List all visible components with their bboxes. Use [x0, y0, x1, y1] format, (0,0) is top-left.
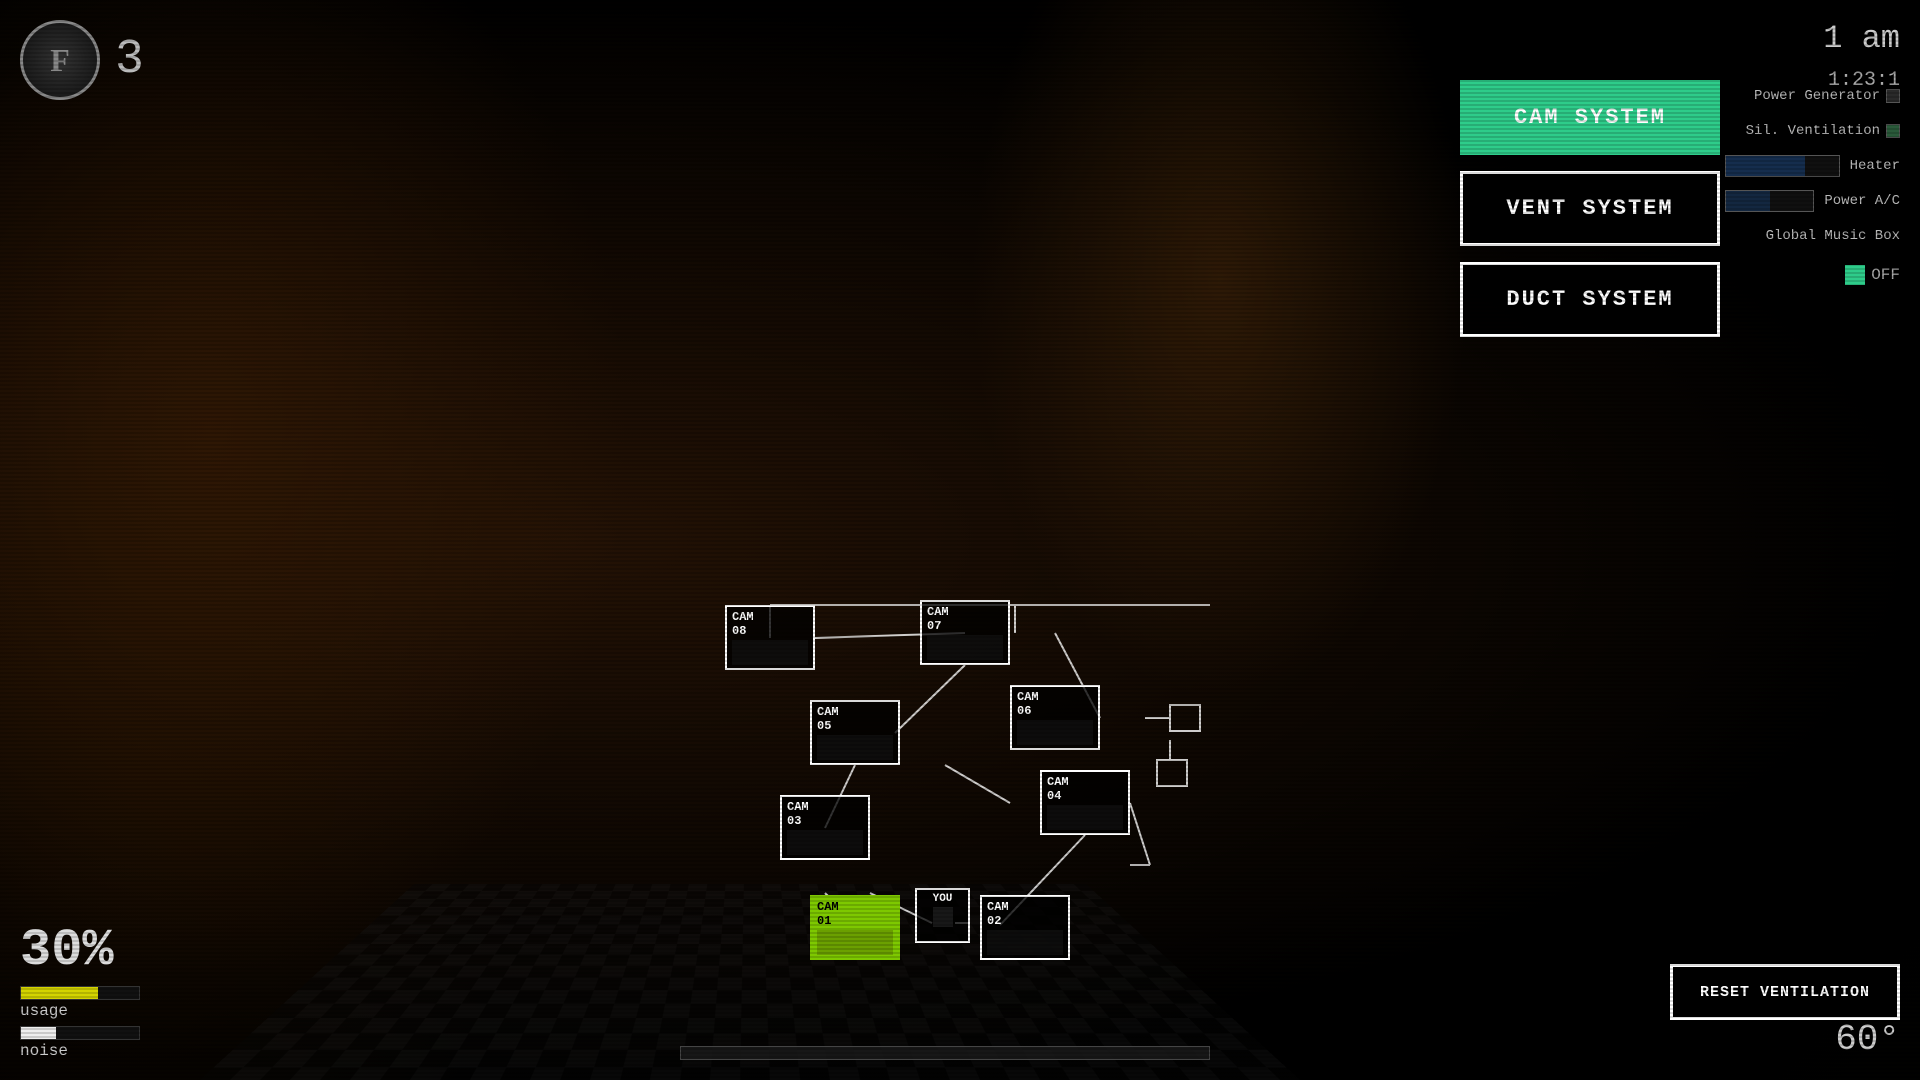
reset-ventilation-button[interactable]: RESET VENTILATION: [1670, 964, 1900, 1020]
cam03-node[interactable]: CAM 03: [780, 795, 870, 860]
heater-row: Heater: [1725, 150, 1900, 182]
vent-system-button[interactable]: VENT SYSTEM: [1460, 171, 1720, 246]
cam05-preview: [817, 735, 893, 760]
power-ac-row: Power A/C: [1725, 185, 1900, 217]
duct-system-button[interactable]: DUCT SYSTEM: [1460, 262, 1720, 337]
global-music-box-label: Global Music Box: [1766, 228, 1900, 244]
cam01-preview: [817, 930, 893, 955]
freddy-icon: F: [20, 20, 100, 100]
power-generator-indicator: [1886, 89, 1900, 103]
sil-ventilation-indicator: [1886, 124, 1900, 138]
noise-stat: noise: [20, 1026, 140, 1060]
power-generator-label: Power Generator: [1754, 88, 1880, 104]
power-generator-row: Power Generator: [1725, 80, 1900, 112]
global-music-box-row: Global Music Box: [1725, 220, 1900, 252]
temperature-display: 60°: [1835, 1019, 1900, 1060]
cam01-node[interactable]: CAM 01: [810, 895, 900, 960]
bottom-progress-bar: [680, 1046, 1210, 1060]
time-hour: 1 am: [1823, 20, 1900, 57]
cam03-preview: [787, 830, 863, 855]
cam05-node[interactable]: CAM 05: [810, 700, 900, 765]
right-panel: Power Generator Sil. Ventilation Heater …: [1725, 80, 1900, 291]
heater-label: Heater: [1850, 158, 1900, 174]
bottom-left-stats: 30% usage noise: [20, 921, 140, 1060]
power-ac-label: Power A/C: [1824, 193, 1900, 209]
night-number: 3: [115, 33, 144, 87]
you-node: YOU: [915, 888, 970, 943]
cam07-node[interactable]: CAM 07: [920, 600, 1010, 665]
top-left-badge: F 3: [20, 20, 144, 100]
usage-bar-fill: [21, 987, 98, 999]
off-row: OFF: [1725, 259, 1900, 291]
bottom-bar-fill: [681, 1047, 1209, 1059]
cam04-preview: [1047, 805, 1123, 830]
power-percent-display: 30%: [20, 921, 140, 980]
cam-system-button[interactable]: CAM SYSTEM: [1460, 80, 1720, 155]
off-label: OFF: [1871, 266, 1900, 284]
cam02-node[interactable]: CAM 02: [980, 895, 1070, 960]
usage-bar: [20, 986, 140, 1000]
system-buttons: CAM SYSTEM VENT SYSTEM DUCT SYSTEM: [1460, 80, 1720, 337]
cam04-node[interactable]: CAM 04: [1040, 770, 1130, 835]
sil-ventilation-label: Sil. Ventilation: [1746, 123, 1880, 139]
noise-bar-fill: [21, 1027, 56, 1039]
usage-label: usage: [20, 1002, 140, 1020]
noise-bar: [20, 1026, 140, 1040]
cam-connections-svg: [680, 520, 1210, 1020]
noise-label: noise: [20, 1042, 140, 1060]
cam07-preview: [927, 635, 1003, 660]
cam06-preview: [1017, 720, 1093, 745]
camera-map: CAM 08 CAM 07 CAM 06 CAM 05 CAM 04 CAM 0…: [680, 520, 1210, 1020]
usage-stat: usage: [20, 986, 140, 1020]
you-inner: [933, 907, 953, 927]
cam02-preview: [987, 930, 1063, 955]
cam08-preview: [732, 640, 808, 665]
power-percent: 30%: [20, 921, 114, 980]
off-indicator: [1845, 265, 1865, 285]
cam08-node[interactable]: CAM 08: [725, 605, 815, 670]
cam06-node[interactable]: CAM 06: [1010, 685, 1100, 750]
sil-ventilation-row: Sil. Ventilation: [1725, 115, 1900, 147]
